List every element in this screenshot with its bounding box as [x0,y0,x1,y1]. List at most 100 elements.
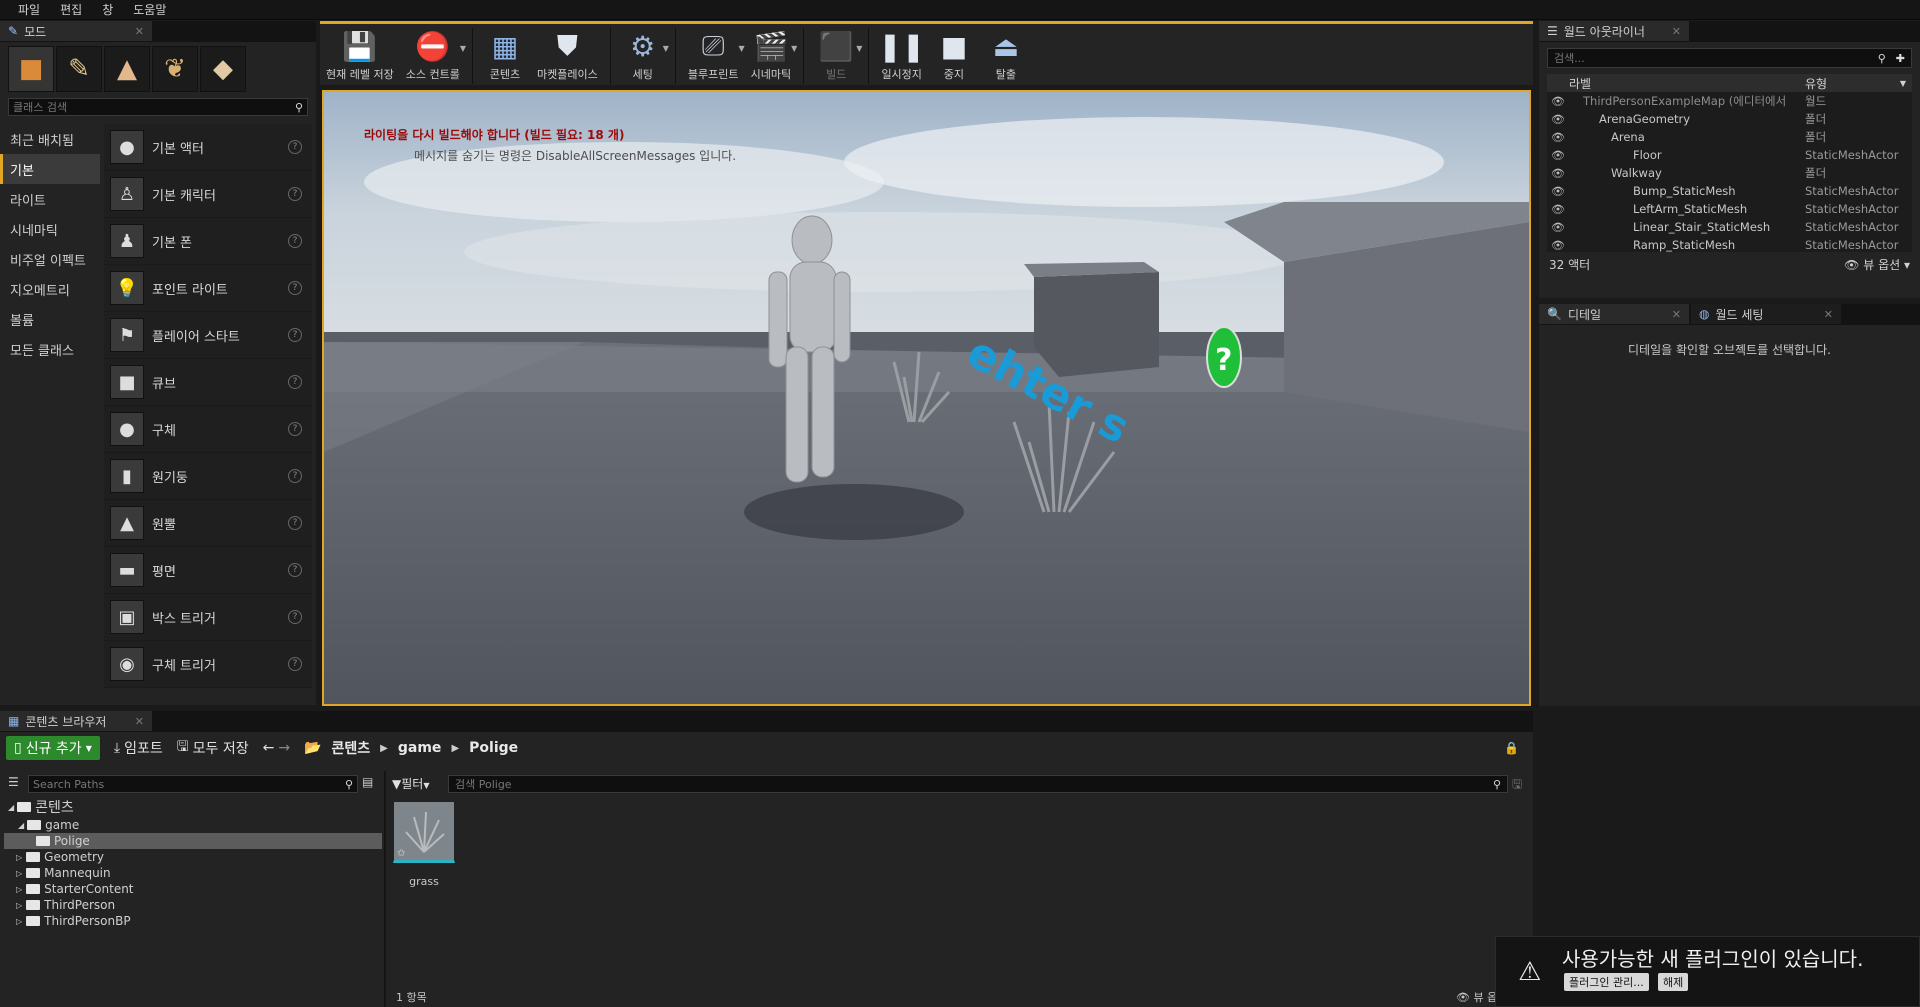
expand-arrow-icon[interactable]: ◢ [8,803,14,812]
geometry-mode-icon[interactable]: ◆ [200,46,246,92]
actor-item[interactable]: ■ 큐브? [104,359,312,406]
tab-world-settings[interactable]: ◍ 월드 세팅 ✕ [1691,304,1841,324]
category-visual-effects[interactable]: 비주얼 이펙트 [0,244,100,274]
marketplace-button[interactable]: ⛊ 마켓플레이스 [531,24,604,82]
tree-row[interactable]: ▷ Geometry [4,849,382,865]
outliner-row[interactable]: 👁 Ramp_StaticMesh StaticMeshActor [1547,236,1912,252]
help-icon[interactable]: ? [288,469,302,483]
eye-icon[interactable]: 👁 [1547,167,1569,180]
expand-arrow-icon[interactable]: ▷ [16,869,22,878]
save-button[interactable]: 💾 현재 레벨 저장 [320,24,400,82]
actor-item[interactable]: ▣ 박스 트리거? [104,594,312,641]
view-options-button[interactable]: 👁 뷰 옵션 ▾ [1844,256,1910,273]
category-volumes[interactable]: 볼륨 [0,304,100,334]
actor-item[interactable]: ◉ 구체 트리거? [104,641,312,688]
close-icon[interactable]: ✕ [1672,25,1681,38]
back-arrow-icon[interactable]: ← [263,740,275,756]
path-view-options-icon[interactable]: ▤ [362,775,373,789]
eye-icon[interactable]: 👁 [1547,203,1569,216]
actor-item[interactable]: ♙ 기본 캐릭터? [104,171,312,218]
add-new-button[interactable]: ▯ 신규 추가 ▼ [6,736,100,760]
menu-edit[interactable]: 편집 [50,1,92,18]
help-icon[interactable]: ? [288,187,302,201]
outliner-row[interactable]: 👁 Floor StaticMeshActor [1547,146,1912,164]
column-type-header[interactable]: 유형 [1805,75,1900,92]
scene-render[interactable]: ehter s ? [324,92,1529,704]
expand-arrow-icon[interactable]: ▷ [16,885,22,894]
eject-button[interactable]: ⏏ 탈출 [980,24,1032,82]
save-all-button[interactable]: 🖫 모두 저장 [177,736,249,760]
category-recent[interactable]: 최근 배치됨 [0,124,100,154]
tab-world-outliner[interactable]: ☰ 월드 아웃라이너 ✕ [1539,21,1689,41]
help-icon[interactable]: ? [288,328,302,342]
tree-row[interactable]: ▷ StarterContent [4,881,382,897]
settings-button[interactable]: ⚙ 세팅 [617,24,669,82]
actor-item[interactable]: ▬ 평면? [104,547,312,594]
breadcrumb-item[interactable]: 콘텐츠 [332,738,371,758]
help-icon[interactable]: ? [288,234,302,248]
manage-plugins-button[interactable]: 플러그인 관리... [1564,973,1649,991]
category-cinematic[interactable]: 시네마틱 [0,214,100,244]
blueprint-button[interactable]: ⎚ 블루프린트 [682,24,745,82]
help-icon[interactable]: ? [288,516,302,530]
help-icon[interactable]: ? [288,422,302,436]
tab-details[interactable]: 🔍 디테일 ✕ [1539,304,1689,324]
close-icon[interactable]: ✕ [135,25,144,38]
outliner-row[interactable]: 👁 Arena 폴더 [1547,128,1912,146]
save-search-icon[interactable]: 🖫 [1512,775,1522,796]
actor-item[interactable]: ● 기본 액터? [104,124,312,171]
eye-icon[interactable]: 👁 [1547,95,1569,108]
help-icon[interactable]: ? [288,610,302,624]
eye-icon[interactable]: 👁 [1547,239,1569,252]
chevron-right-icon[interactable]: ▶ [380,743,388,754]
help-icon[interactable]: ? [288,375,302,389]
menu-file[interactable]: 파일 [8,1,50,18]
outliner-row[interactable]: 👁 Walkway 폴더 [1547,164,1912,182]
category-all-classes[interactable]: 모든 클래스 [0,334,100,364]
outliner-search-input[interactable]: 검색... ⚲ ✚ [1547,48,1912,68]
foliage-mode-icon[interactable]: ❦ [152,46,198,92]
outliner-row[interactable]: 👁 ThirdPersonExampleMap (에디터에서 월드 [1547,92,1912,110]
lock-icon[interactable]: 🔒 [1504,741,1519,755]
eye-icon[interactable]: 👁 [1547,131,1569,144]
add-actor-icon[interactable]: ✚ [1896,52,1905,65]
category-basic[interactable]: 기본 [0,154,100,184]
chevron-down-icon[interactable]: ▼ [663,44,669,53]
tree-row[interactable]: ◢ 콘텐츠 [4,797,382,817]
outliner-row[interactable]: 👁 Linear_Stair_StaticMesh StaticMeshActor [1547,218,1912,236]
chevron-down-icon[interactable]: ▼ [1900,79,1906,88]
expand-arrow-icon[interactable]: ▷ [16,901,22,910]
actor-item[interactable]: ▮ 원기둥? [104,453,312,500]
tree-divider[interactable] [384,771,386,1007]
category-lights[interactable]: 라이트 [0,184,100,214]
help-icon[interactable]: ? [288,281,302,295]
forward-arrow-icon[interactable]: → [278,740,290,756]
cinematics-button[interactable]: 🎬 시네마틱 [745,24,797,82]
import-button[interactable]: ⤓ 임포트 [114,738,163,758]
help-icon[interactable]: ? [288,657,302,671]
help-icon[interactable]: ? [288,140,302,154]
chevron-down-icon[interactable]: ▼ [791,44,797,53]
tree-row[interactable]: Polige [4,833,382,849]
tree-row[interactable]: ▷ ThirdPerson [4,897,382,913]
filter-button[interactable]: ▼필터▼ [392,775,429,792]
tree-toggle-icon[interactable]: ☰ [8,775,19,789]
tree-row[interactable]: ▷ Mannequin [4,865,382,881]
tree-row[interactable]: ▷ ThirdPersonBP [4,913,382,929]
expand-arrow-icon[interactable]: ▷ [16,917,22,926]
column-label-header[interactable]: 라벨 [1547,75,1805,92]
menu-help[interactable]: 도움말 [123,1,176,18]
content-button[interactable]: ▦ 콘텐츠 [479,24,531,82]
place-mode-icon[interactable]: ■ [8,46,54,92]
stop-button[interactable]: ■ 중지 [928,24,980,82]
expand-arrow-icon[interactable]: ▷ [16,853,22,862]
outliner-row[interactable]: 👁 ArenaGeometry 폴더 [1547,110,1912,128]
breadcrumb-item[interactable]: Polige [469,740,518,756]
pause-button[interactable]: ❚❚ 일시정지 [875,24,927,82]
chevron-down-icon[interactable]: ▼ [856,44,862,53]
tree-row[interactable]: ◢ game [4,817,382,833]
tab-modes[interactable]: ✎ 모드 ✕ [0,21,152,41]
close-icon[interactable]: ✕ [135,715,144,728]
actor-item[interactable]: ⚑ 플레이어 스타트? [104,312,312,359]
expand-arrow-icon[interactable]: ◢ [18,821,24,830]
